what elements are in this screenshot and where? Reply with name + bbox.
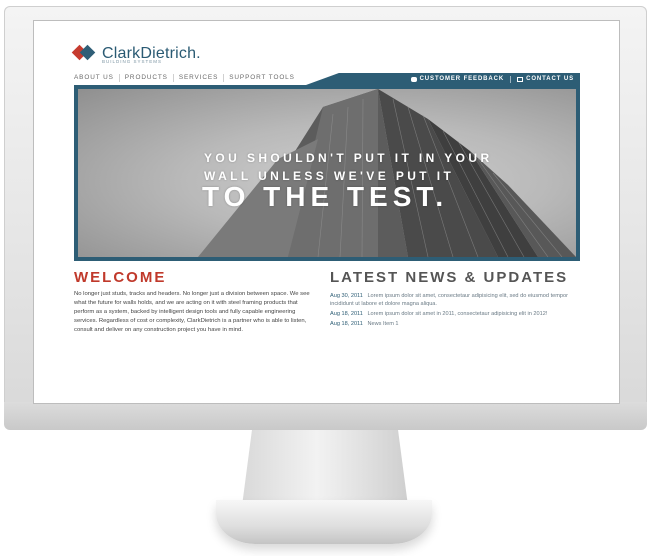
monitor-stand-neck bbox=[242, 430, 408, 506]
diamond-logo-icon bbox=[71, 44, 96, 64]
customer-feedback-label: CUSTOMER FEEDBACK bbox=[419, 76, 505, 82]
news-text: News Item 1 bbox=[367, 321, 399, 327]
speech-bubble-icon bbox=[410, 76, 417, 82]
monitor-chin bbox=[4, 402, 647, 430]
news-date: Aug 18, 2011 bbox=[330, 321, 363, 327]
news-list: Aug 30, 2011 Lorem ipsum dolor sit amet,… bbox=[330, 292, 580, 330]
nav-item-about-us[interactable]: ABOUT US bbox=[74, 73, 120, 82]
contact-us-link[interactable]: CONTACT US bbox=[511, 76, 580, 82]
news-date: Aug 30, 2011 bbox=[330, 293, 363, 299]
website-page: ClarkDietrich. BUILDING SYSTEMS ABOUT US… bbox=[70, 35, 584, 395]
news-heading: LATEST NEWS & UPDATES bbox=[330, 269, 569, 286]
hero-image: YOU SHOULDN'T PUT IT IN YOUR WALL UNLESS… bbox=[78, 89, 576, 257]
news-item[interactable]: Aug 18, 2011 Lorem ipsum dolor sit amet … bbox=[330, 310, 580, 318]
envelope-icon bbox=[517, 76, 524, 82]
nav-item-services[interactable]: SERVICES bbox=[174, 73, 225, 82]
customer-feedback-link[interactable]: CUSTOMER FEEDBACK bbox=[405, 76, 511, 82]
brand-logo[interactable]: ClarkDietrich. bbox=[71, 39, 201, 69]
hero-headline-line-1: YOU SHOULDN'T PUT IT IN YOUR bbox=[204, 151, 493, 165]
news-date: Aug 18, 2011 bbox=[330, 311, 363, 317]
contact-us-label: CONTACT US bbox=[526, 76, 574, 82]
monitor-screen: ClarkDietrich. BUILDING SYSTEMS ABOUT US… bbox=[33, 20, 620, 404]
hero-headline-line-3: TO THE TEST. bbox=[202, 181, 449, 212]
nav-item-support-tools[interactable]: SUPPORT TOOLS bbox=[224, 74, 300, 82]
news-item[interactable]: Aug 18, 2011 News Item 1 bbox=[330, 320, 580, 328]
news-item[interactable]: Aug 30, 2011 Lorem ipsum dolor sit amet,… bbox=[330, 292, 580, 308]
news-text: Lorem ipsum dolor sit amet, consectetaur… bbox=[330, 293, 568, 307]
main-nav: ABOUT US PRODUCTS SERVICES SUPPORT TOOLS bbox=[74, 70, 300, 85]
utility-bar: CUSTOMER FEEDBACK CONTACT US bbox=[306, 73, 580, 85]
hero-banner[interactable]: YOU SHOULDN'T PUT IT IN YOUR WALL UNLESS… bbox=[74, 85, 580, 261]
welcome-paragraph: No longer just studs, tracks and headers… bbox=[74, 291, 310, 333]
monitor-stand-base bbox=[216, 500, 432, 544]
brand-tagline: BUILDING SYSTEMS bbox=[102, 59, 163, 64]
nav-item-products[interactable]: PRODUCTS bbox=[120, 73, 174, 82]
news-text: Lorem ipsum dolor sit amet in 2011, cons… bbox=[367, 311, 548, 317]
welcome-heading: WELCOME bbox=[74, 269, 167, 286]
